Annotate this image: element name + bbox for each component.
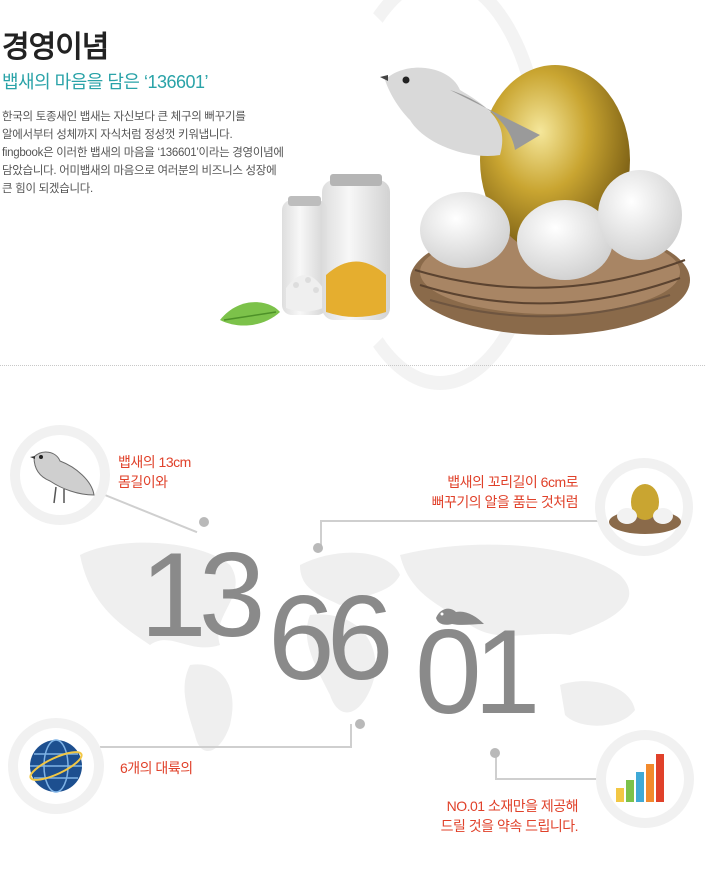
label-line: NO.01 소재만을 제공해 [446,798,579,814]
leaf-icon [220,302,280,326]
golden-egg-nest-icon [609,484,681,534]
connector-line [350,724,352,748]
egg-nest-circle [595,458,693,556]
label-line: 뱁새의 13cm [118,454,191,470]
label-promise: NO.01 소재만을 제공해 드릴 것을 약속 드립니다. [400,796,579,836]
bird-circle [10,425,110,525]
label-line: 몸길이와 [118,474,168,490]
label-line: 6개의 대륙의 [120,760,193,776]
label-continents: 6개의 대륙의 [120,758,193,778]
jar-icon [282,196,327,315]
hero-illustration [220,65,690,335]
connector-dot [355,719,365,729]
connector-dot [313,543,323,553]
bird-icon [30,451,95,504]
connector-line [320,520,600,522]
egg-icon [420,192,510,268]
egg-icon [598,170,682,260]
page-title: 경영이념 [2,31,109,64]
jar-icon [322,174,390,320]
number-part-13: 13 [140,528,266,662]
connector-line [100,746,350,748]
section-divider [0,365,705,366]
label-line: 뱁새의 꼬리길이 6cm로 [447,474,578,490]
small-bird-icon [436,608,484,625]
number-part-66: 66 [268,571,394,705]
label-line: 뻐꾸기의 알을 품는 것처럼 [431,494,579,510]
bar-chart-icon [616,754,664,802]
connector-line [94,490,198,534]
globe-icon [29,739,83,793]
globe-circle [8,718,104,814]
label-body-length: 뱁새의 13cm 몸길이와 [118,452,191,492]
connector-dot [490,748,500,758]
label-tail-length: 뱁새의 꼬리길이 6cm로 뻐꾸기의 알을 품는 것처럼 [400,472,579,512]
label-line: 드릴 것을 약속 드립니다. [440,818,579,834]
connector-line [495,778,610,780]
page-subtitle: 뱁새의 마음을 담은 ‘136601’ [2,72,209,92]
connector-dot [199,517,209,527]
chart-circle [596,730,694,828]
